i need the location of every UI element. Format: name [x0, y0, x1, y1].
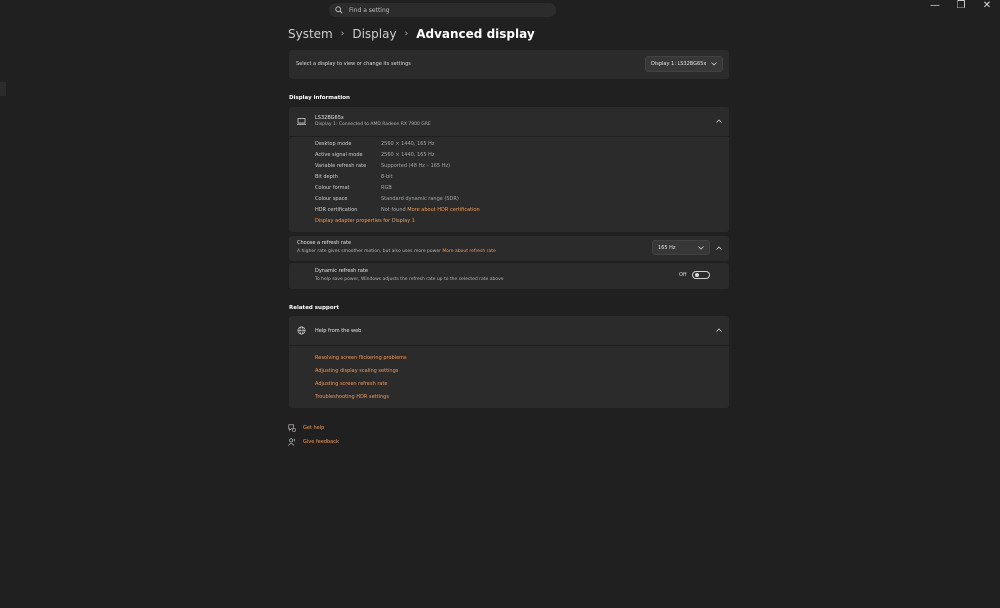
info-value-colour-space: Standard dynamic range (SDR) — [381, 196, 459, 202]
search-box[interactable] — [329, 3, 556, 17]
breadcrumb: System › Display › Advanced display — [288, 25, 535, 43]
chevron-up-icon[interactable] — [716, 328, 722, 332]
window-controls: — ❐ ✕ — [922, 0, 1000, 14]
globe-icon — [297, 326, 306, 335]
chevron-down-icon — [698, 245, 704, 250]
breadcrumb-separator: › — [340, 29, 345, 39]
select-display-card: Select a display to view or change its s… — [289, 50, 729, 79]
refresh-rate-desc: A higher rate gives smoother motion, but… — [297, 249, 496, 254]
search-icon — [335, 6, 343, 14]
info-value-vrr: Supported (48 Hz – 165 Hz) — [381, 163, 451, 169]
chevron-up-icon[interactable] — [716, 246, 722, 250]
info-label-vrr: Variable refresh rate — [315, 163, 367, 169]
divider — [289, 136, 729, 137]
refresh-rate-dropdown[interactable]: 165 Hz — [652, 240, 710, 255]
monitor-connection: Display 1: Connected to AMD Radeon RX 79… — [315, 122, 431, 127]
display-info-heading: Display information — [289, 95, 350, 101]
feedback-icon — [288, 438, 295, 446]
dynamic-refresh-title: Dynamic refresh rate — [315, 268, 368, 274]
support-link-hdr[interactable]: Troubleshooting HDR settings — [315, 394, 389, 400]
info-value-hdr-cert: Not found More about HDR certification — [381, 207, 480, 213]
breadcrumb-system[interactable]: System — [288, 27, 333, 41]
support-link-refresh[interactable]: Adjusting screen refresh rate — [315, 381, 388, 387]
info-value-bit-depth: 8-bit — [381, 174, 393, 180]
chevron-down-icon — [711, 62, 717, 66]
refresh-rate-sub: A higher rate gives smoother motion, but… — [297, 249, 441, 254]
restore-button[interactable]: ❐ — [948, 0, 974, 14]
hdr-cert-link[interactable]: More about HDR certification — [407, 207, 479, 213]
breadcrumb-separator: › — [404, 29, 409, 39]
breadcrumb-display[interactable]: Display — [352, 27, 396, 41]
support-link-scaling[interactable]: Adjusting display scaling settings — [315, 368, 398, 374]
info-label-active-signal: Active signal mode — [315, 152, 363, 158]
help-from-web-title: Help from the web — [315, 328, 362, 334]
info-label-bit-depth: Bit depth — [315, 174, 338, 180]
minimize-button[interactable]: — — [922, 0, 948, 14]
monitor-name: LS32BG65x — [315, 115, 344, 121]
info-label-colour-space: Colour space — [315, 196, 348, 202]
display-select-dropdown[interactable]: Display 1: LS32BG65x — [645, 56, 723, 72]
divider — [289, 345, 729, 346]
adapter-properties-link[interactable]: Display adapter properties for Display 1 — [315, 218, 415, 224]
support-link-flickering[interactable]: Resolving screen flickering problems — [315, 355, 407, 361]
info-value-active-signal: 2560 × 1440, 165 Hz — [381, 152, 435, 158]
hdr-cert-status: Not found — [381, 207, 406, 213]
search-input[interactable] — [349, 6, 529, 14]
refresh-rate-title: Choose a refresh rate — [297, 240, 352, 246]
dynamic-refresh-toggle[interactable] — [692, 271, 710, 279]
get-help-link[interactable]: Get help — [303, 425, 324, 431]
select-display-label: Select a display to view or change its s… — [296, 61, 411, 67]
toggle-knob — [695, 273, 699, 277]
info-value-desktop-mode: 2560 × 1440, 165 Hz — [381, 141, 435, 147]
give-feedback-link[interactable]: Give feedback — [303, 439, 339, 445]
page-title: Advanced display — [416, 27, 535, 41]
dynamic-refresh-sub: To help save power, Windows adjusts the … — [315, 277, 504, 282]
chevron-up-icon[interactable] — [716, 119, 722, 123]
refresh-rate-value: 165 Hz — [658, 244, 676, 251]
dynamic-refresh-state: Off — [679, 272, 687, 278]
nav-pane-edge — [0, 82, 6, 96]
related-support-heading: Related support — [289, 305, 339, 311]
display-select-value: Display 1: LS32BG65x — [651, 61, 707, 67]
dynamic-refresh-card — [289, 263, 729, 289]
help-icon — [288, 424, 296, 432]
info-value-colour-format: RGB — [381, 185, 392, 191]
close-button[interactable]: ✕ — [974, 0, 1000, 14]
laptop-icon — [297, 118, 306, 125]
info-label-desktop-mode: Desktop mode — [315, 141, 352, 147]
info-label-hdr-cert: HDR certification — [315, 207, 358, 213]
info-label-colour-format: Colour format — [315, 185, 350, 191]
refresh-rate-link[interactable]: More about refresh rate — [442, 249, 495, 254]
